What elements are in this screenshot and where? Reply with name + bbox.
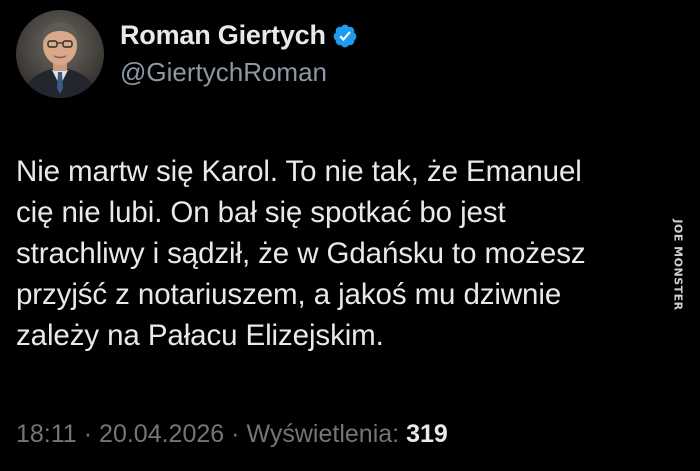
meta-separator: · <box>83 420 93 448</box>
avatar-image <box>16 10 104 98</box>
views-count: 319 <box>406 420 448 448</box>
author-names: Roman Giertych @GiertychRoman <box>120 20 358 88</box>
post-date[interactable]: 20.04.2026 <box>99 420 224 449</box>
tweet-text: Nie martw się Karol. To nie tak, że Eman… <box>16 155 586 352</box>
meta-separator: · <box>231 420 240 448</box>
watermark-text: JOE MONSTER <box>671 219 685 311</box>
tweet-card: Roman Giertych @GiertychRoman Nie martw … <box>0 0 700 471</box>
author-handle[interactable]: @GiertychRoman <box>120 57 358 88</box>
author-name-row[interactable]: Roman Giertych <box>120 20 358 51</box>
author-display-name[interactable]: Roman Giertych <box>120 20 326 51</box>
post-time[interactable]: 18:11 <box>16 420 77 449</box>
avatar[interactable] <box>16 10 104 98</box>
views-label: Wyświetlenia: <box>246 420 400 448</box>
tweet-header: Roman Giertych @GiertychRoman <box>16 10 358 98</box>
tweet-meta: 18:11 · 20.04.2026 · Wyświetlenia: 319 <box>16 420 448 449</box>
verified-badge-icon <box>332 23 358 49</box>
watermark: JOE MONSTER <box>663 190 693 340</box>
